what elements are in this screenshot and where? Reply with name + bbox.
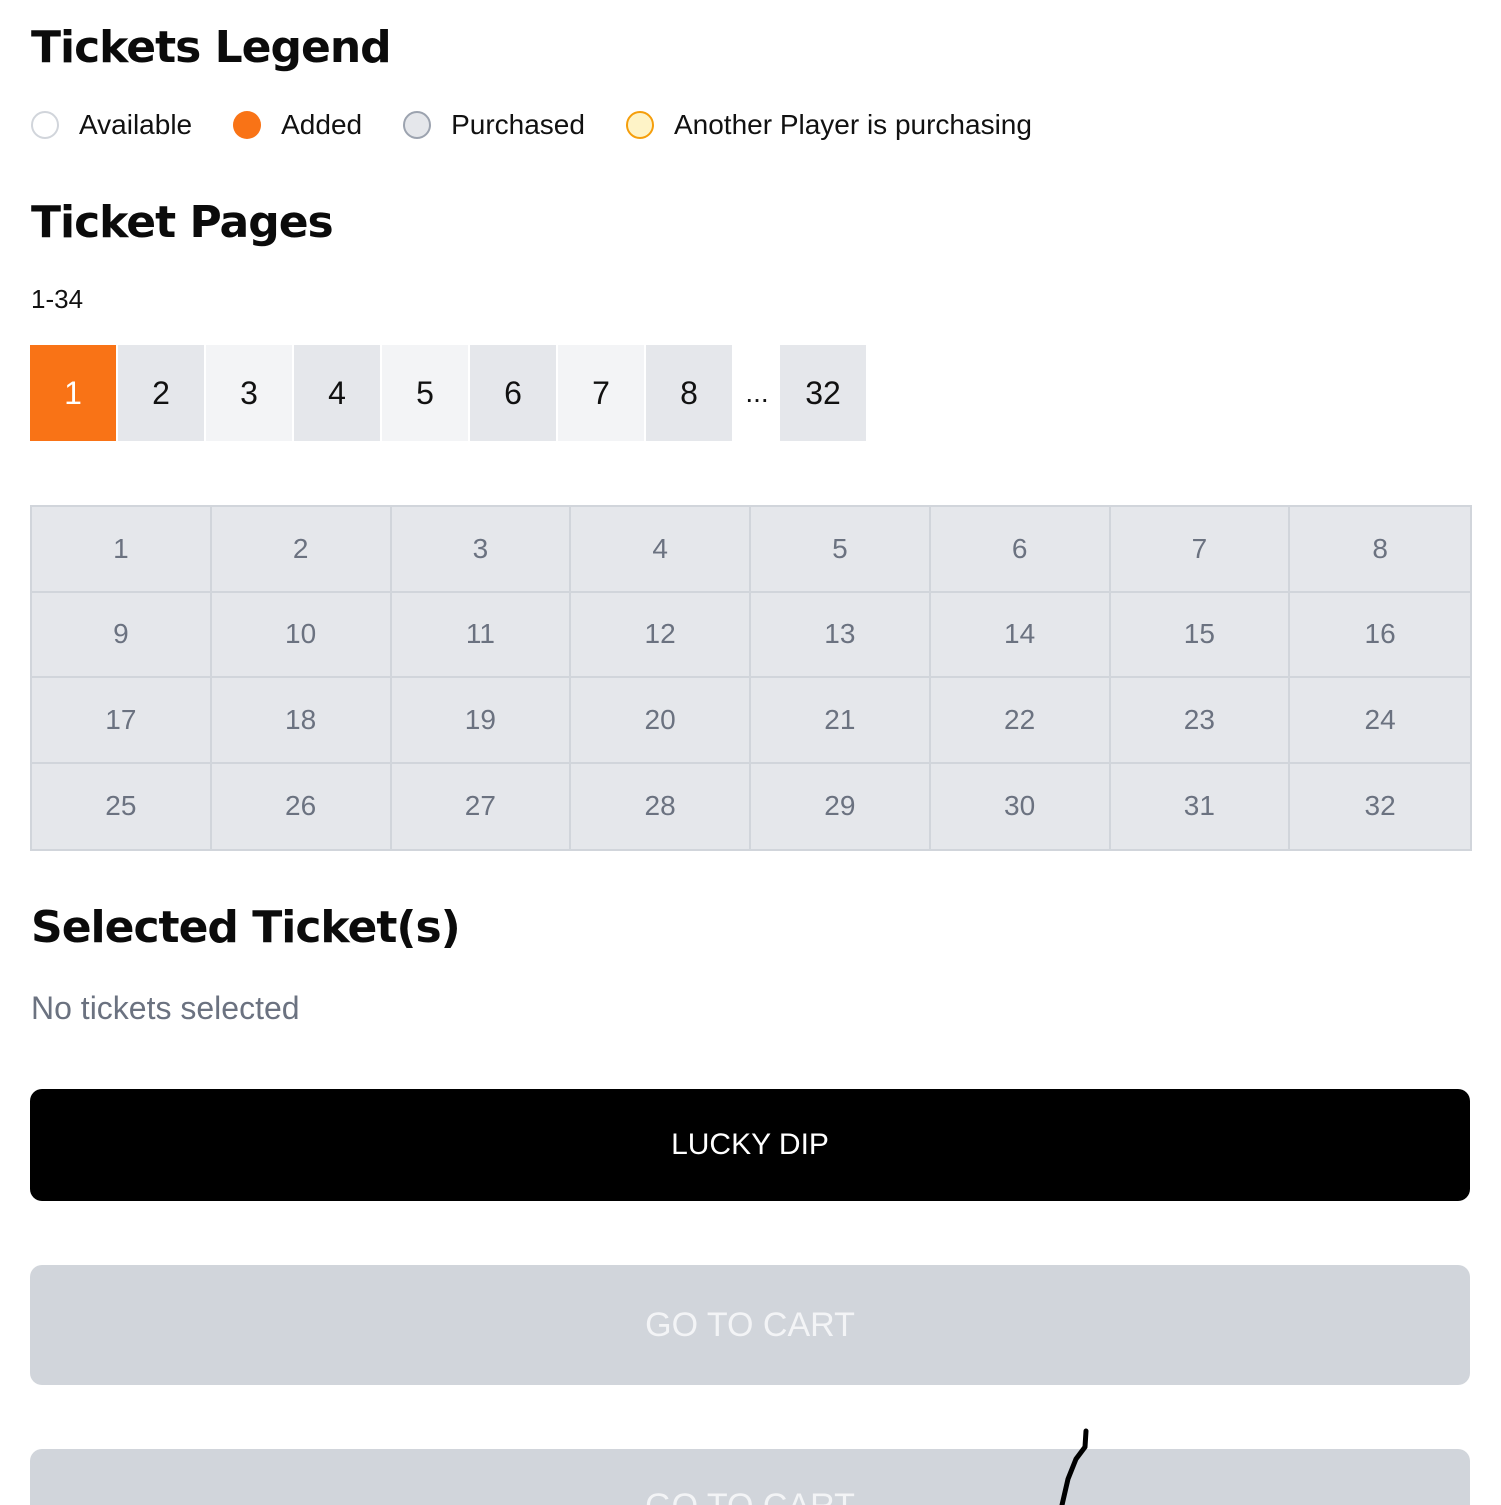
selected-tickets-title: Selected Ticket(s) xyxy=(31,902,461,953)
page-button-last[interactable]: 32 xyxy=(780,345,866,441)
ticket-cell[interactable]: 4 xyxy=(571,507,751,593)
page-button-2[interactable]: 2 xyxy=(118,345,204,441)
tickets-legend: Available Added Purchased Another Player… xyxy=(31,106,1073,144)
ticket-cell[interactable]: 19 xyxy=(391,678,572,764)
ticket-cell[interactable]: 2 xyxy=(211,507,392,593)
ticket-cell[interactable]: 16 xyxy=(1290,593,1470,678)
ticket-cell[interactable]: 10 xyxy=(211,592,392,678)
ticket-cell[interactable]: 11 xyxy=(391,592,572,678)
ticket-cell[interactable]: 27 xyxy=(392,763,572,849)
ticket-cell[interactable]: 25 xyxy=(32,763,212,849)
ticket-page: Tickets Legend Available Added Purchased… xyxy=(0,0,1501,1505)
ticket-cell[interactable]: 24 xyxy=(1290,678,1470,764)
ticket-cell[interactable]: 26 xyxy=(212,763,392,849)
pagination: 1 2 3 4 5 6 7 8 ... 32 xyxy=(30,345,868,441)
ticket-cell[interactable]: 21 xyxy=(751,678,931,764)
ticket-cell[interactable]: 15 xyxy=(1110,592,1291,678)
ticket-cell[interactable]: 5 xyxy=(751,507,931,593)
available-dot-icon xyxy=(31,111,59,139)
ticket-cell[interactable]: 14 xyxy=(930,592,1111,678)
ticket-cell[interactable]: 7 xyxy=(1110,507,1291,593)
go-to-cart-button-secondary[interactable]: GO TO CART xyxy=(30,1449,1470,1505)
ticket-cell[interactable]: 18 xyxy=(211,678,392,764)
ticket-cell[interactable]: 8 xyxy=(1290,507,1470,593)
ticket-cell[interactable]: 32 xyxy=(1290,764,1470,850)
ticket-cell[interactable]: 1 xyxy=(32,507,212,593)
pagination-ellipsis: ... xyxy=(745,377,769,408)
ticket-cell[interactable]: 20 xyxy=(571,678,751,764)
legend-label: Another Player is purchasing xyxy=(673,109,1032,140)
added-dot-icon xyxy=(233,111,262,139)
ticket-pages-title: Ticket Pages xyxy=(31,197,334,248)
legend-item-purchased: Purchased xyxy=(403,109,585,141)
page-button-7[interactable]: 7 xyxy=(558,345,644,441)
ticket-cell[interactable]: 12 xyxy=(571,592,751,678)
tickets-legend-title: Tickets Legend xyxy=(31,22,392,73)
ticket-cell[interactable]: 17 xyxy=(32,678,212,764)
ticket-cell[interactable]: 9 xyxy=(32,592,212,678)
page-button-1[interactable]: 1 xyxy=(30,345,116,441)
purchased-dot-icon xyxy=(403,111,432,139)
legend-item-pending: Another Player is purchasing xyxy=(625,109,1032,141)
legend-label: Added xyxy=(281,109,363,140)
ticket-cell[interactable]: 13 xyxy=(751,592,931,678)
page-button-5[interactable]: 5 xyxy=(382,345,468,441)
pen-stroke-icon xyxy=(1059,1428,1089,1505)
ticket-cell[interactable]: 30 xyxy=(931,763,1111,849)
ticket-cell[interactable]: 22 xyxy=(930,678,1111,764)
no-tickets-message: No tickets selected xyxy=(31,990,300,1026)
lucky-dip-button[interactable]: LUCKY DIP xyxy=(30,1089,1470,1201)
page-button-3[interactable]: 3 xyxy=(206,345,292,441)
ticket-cell[interactable]: 3 xyxy=(391,507,572,593)
page-button-4[interactable]: 4 xyxy=(294,345,380,441)
ticket-grid: 1 2 3 4 5 6 7 8 9 10 11 12 13 14 15 16 17 18 19 20 21 22 23 24 2… xyxy=(30,505,1472,851)
ticket-cell[interactable]: 28 xyxy=(571,763,751,849)
ticket-cell[interactable]: 6 xyxy=(930,507,1111,593)
ticket-cell[interactable]: 31 xyxy=(1111,763,1291,849)
legend-item-available: Available xyxy=(31,109,192,141)
ticket-cell[interactable]: 29 xyxy=(751,763,931,849)
legend-label: Purchased xyxy=(451,109,585,140)
ticket-cell[interactable]: 23 xyxy=(1110,678,1291,764)
go-to-cart-button[interactable]: GO TO CART xyxy=(30,1265,1470,1385)
page-button-8[interactable]: 8 xyxy=(646,345,732,441)
legend-item-added: Added xyxy=(233,109,362,141)
pending-dot-icon xyxy=(625,111,654,139)
pen-stroke-path xyxy=(1059,1428,1089,1505)
page-button-6[interactable]: 6 xyxy=(470,345,556,441)
page-range: 1-34 xyxy=(31,284,84,314)
legend-label: Available xyxy=(79,109,193,140)
